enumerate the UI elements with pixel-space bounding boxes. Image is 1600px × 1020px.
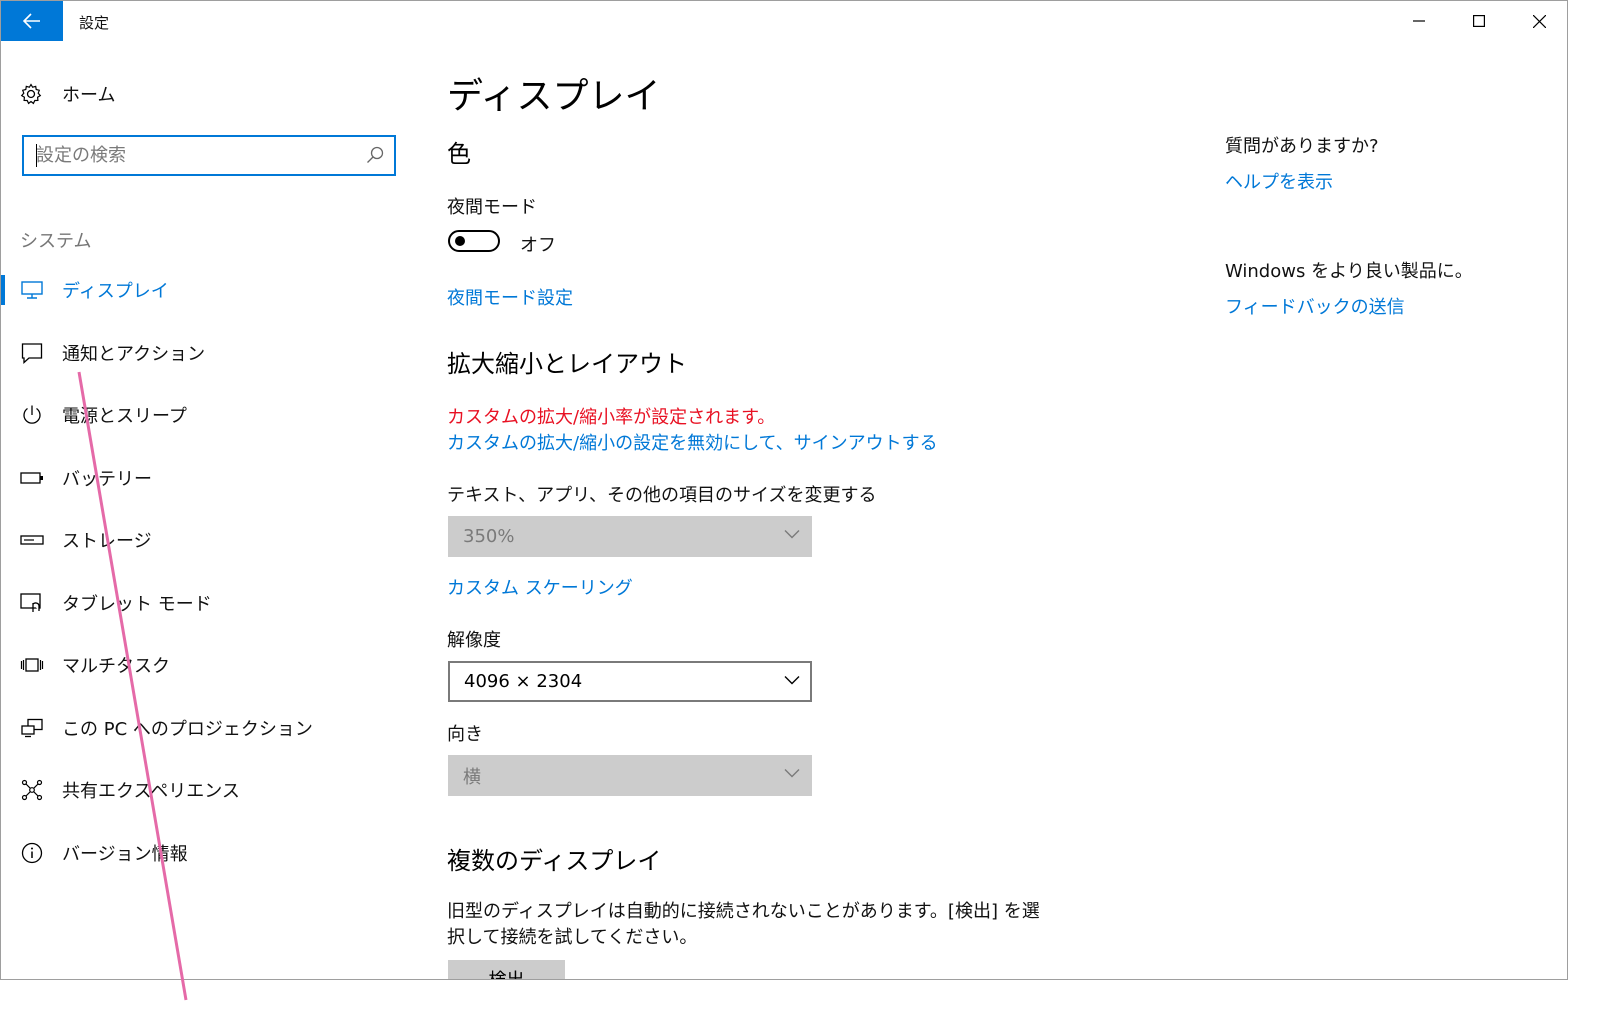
- minimize-button[interactable]: [1389, 1, 1449, 41]
- sidebar-item-shared-experience[interactable]: 共有エクスペリエンス: [1, 759, 401, 822]
- sidebar-item-power[interactable]: 電源とスリープ: [1, 384, 401, 447]
- color-section-heading: 色: [447, 140, 471, 168]
- resolution-label: 解像度: [447, 630, 501, 651]
- text-caret: [36, 144, 37, 167]
- sidebar-item-notifications[interactable]: 通知とアクション: [1, 322, 401, 385]
- sidebar-item-label: この PC へのプロジェクション: [62, 718, 313, 740]
- search-icon[interactable]: [366, 146, 384, 164]
- search-box[interactable]: [22, 135, 396, 176]
- scale-dropdown-value: 350%: [463, 526, 515, 547]
- maximize-button[interactable]: [1449, 1, 1509, 41]
- scale-section-heading: 拡大縮小とレイアウト: [447, 350, 687, 378]
- sidebar-item-battery[interactable]: バッテリー: [1, 447, 401, 510]
- back-arrow-icon: [23, 13, 40, 29]
- night-mode-toggle[interactable]: [448, 230, 500, 252]
- active-indicator: [1, 275, 5, 306]
- detect-button[interactable]: 検出: [448, 960, 565, 979]
- chevron-down-icon: [784, 676, 800, 685]
- sidebar-item-label: ストレージ: [62, 531, 152, 553]
- disable-custom-scaling-link[interactable]: カスタムの拡大/縮小の設定を無効にして、サインアウトする: [447, 429, 938, 455]
- tablet-mode-icon: [20, 591, 44, 615]
- text-size-label: テキスト、アプリ、その他の項目のサイズを変更する: [447, 485, 877, 506]
- sidebar-item-label: 通知とアクション: [62, 343, 206, 365]
- shared-experience-icon: [20, 778, 44, 802]
- minimize-icon: [1413, 20, 1425, 22]
- multiple-displays-description: 旧型のディスプレイは自動的に接続されないことがあります。[検出] を選択して接続…: [447, 901, 1040, 948]
- feedback-heading: Windows をより良い製品に。: [1225, 261, 1473, 282]
- multitask-icon: [20, 653, 44, 677]
- sidebar-nav: ディスプレイ 通知とアクション 電源とスリープ バッテリー ストレージ タブレッ…: [1, 259, 401, 884]
- sidebar-home[interactable]: ホーム: [20, 79, 115, 109]
- orientation-dropdown[interactable]: 横: [448, 755, 812, 796]
- projection-icon: [20, 716, 44, 740]
- scale-dropdown[interactable]: 350%: [448, 516, 812, 557]
- back-button[interactable]: [1, 1, 63, 41]
- orientation-label: 向き: [447, 724, 483, 745]
- settings-window: 設定 ホーム システム ディスプレイ: [0, 0, 1568, 980]
- get-help-link[interactable]: ヘルプを表示: [1225, 168, 1333, 194]
- page-title: ディスプレイ: [447, 76, 661, 117]
- storage-icon: [20, 528, 44, 552]
- sidebar-item-label: 共有エクスペリエンス: [62, 781, 240, 803]
- battery-icon: [20, 466, 44, 490]
- close-button[interactable]: [1509, 1, 1567, 41]
- notification-icon: [20, 341, 44, 365]
- sidebar-item-display[interactable]: ディスプレイ: [1, 259, 401, 322]
- sidebar-item-label: 電源とスリープ: [62, 406, 187, 428]
- chevron-down-icon: [784, 769, 800, 778]
- orientation-dropdown-value: 横: [463, 766, 481, 788]
- window-title: 設定: [79, 14, 110, 32]
- night-mode-settings-link[interactable]: 夜間モード設定: [447, 284, 573, 310]
- sidebar-item-label: ディスプレイ: [62, 281, 169, 303]
- sidebar-item-label: タブレット モード: [62, 593, 212, 615]
- night-mode-toggle-state: オフ: [520, 235, 556, 256]
- resolution-dropdown[interactable]: 4096 × 2304: [448, 661, 812, 702]
- sidebar-item-label: マルチタスク: [62, 656, 170, 678]
- sidebar-item-tablet-mode[interactable]: タブレット モード: [1, 572, 401, 635]
- monitor-icon: [20, 278, 44, 302]
- question-heading: 質問がありますか?: [1225, 136, 1379, 157]
- sidebar-item-label: バージョン情報: [62, 843, 188, 865]
- sidebar-section-label: システム: [20, 231, 92, 252]
- power-icon: [20, 403, 44, 427]
- send-feedback-link[interactable]: フィードバックの送信: [1225, 293, 1405, 319]
- info-icon: [20, 841, 44, 865]
- gear-icon: [20, 83, 42, 105]
- sidebar-item-projection[interactable]: この PC へのプロジェクション: [1, 697, 401, 760]
- sidebar-item-label: バッテリー: [62, 468, 152, 490]
- maximize-icon: [1473, 15, 1485, 27]
- title-bar: 設定: [1, 1, 1567, 41]
- sidebar-item-multitask[interactable]: マルチタスク: [1, 634, 401, 697]
- custom-scaling-link[interactable]: カスタム スケーリング: [447, 574, 633, 600]
- sidebar-item-about[interactable]: バージョン情報: [1, 822, 401, 885]
- search-input[interactable]: [24, 137, 366, 174]
- chevron-down-icon: [784, 530, 800, 539]
- custom-scale-warning: カスタムの拡大/縮小率が設定されます。: [447, 407, 776, 428]
- night-mode-label: 夜間モード: [447, 197, 537, 218]
- resolution-dropdown-value: 4096 × 2304: [464, 671, 583, 692]
- multiple-displays-heading: 複数のディスプレイ: [447, 847, 662, 875]
- sidebar-item-storage[interactable]: ストレージ: [1, 509, 401, 572]
- toggle-knob: [455, 236, 465, 246]
- close-icon: [1532, 14, 1546, 28]
- home-label: ホーム: [62, 85, 116, 106]
